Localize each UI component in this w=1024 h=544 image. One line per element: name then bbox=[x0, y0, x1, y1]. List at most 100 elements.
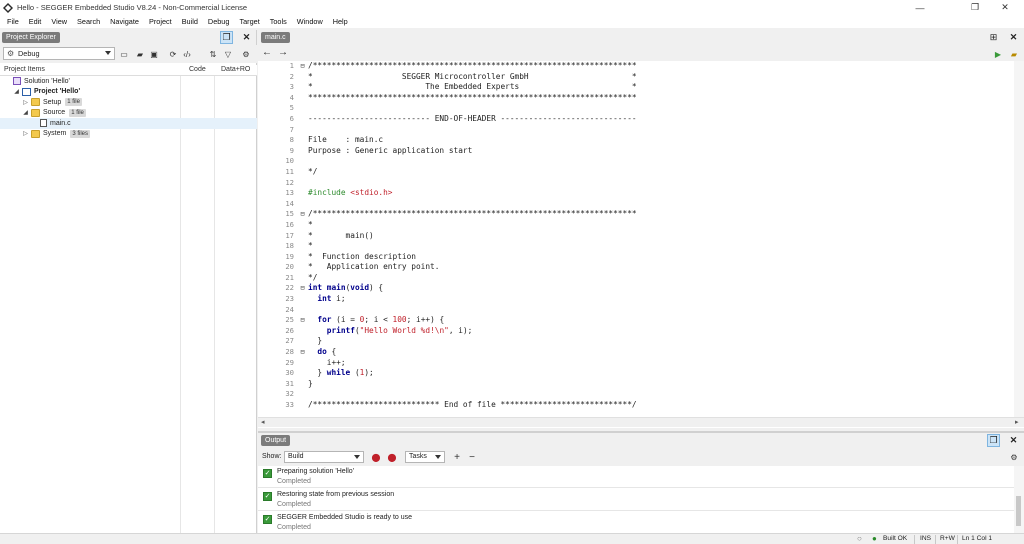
code-line[interactable]: 6 -------------------------- END-OF-HEADE… bbox=[258, 114, 1024, 125]
fold-toggle-icon[interactable]: ⊟ bbox=[299, 347, 306, 358]
menu-build[interactable]: Build bbox=[177, 17, 203, 26]
tree-item[interactable]: ▷ System 3 files bbox=[0, 129, 257, 140]
code-line[interactable]: 17 * main() bbox=[258, 231, 1024, 242]
code-line[interactable]: 33 /*************************** End of fi… bbox=[258, 400, 1024, 411]
configuration-select[interactable]: ⚙ Debug bbox=[3, 47, 115, 60]
output-vertical-scrollbar[interactable] bbox=[1014, 466, 1024, 535]
menu-search[interactable]: Search bbox=[72, 17, 105, 26]
menu-tools[interactable]: Tools bbox=[265, 17, 292, 26]
menu-window[interactable]: Window bbox=[292, 17, 328, 26]
code-line[interactable]: 7 bbox=[258, 125, 1024, 136]
expander-icon[interactable]: ◢ bbox=[22, 109, 29, 116]
code-line[interactable]: 32 bbox=[258, 389, 1024, 400]
code-line[interactable]: 4 ***************************************… bbox=[258, 93, 1024, 104]
code-line[interactable]: 9 Purpose : Generic application start bbox=[258, 146, 1024, 157]
output-message[interactable]: ✓ Preparing solution 'Hello' Completed bbox=[258, 466, 1014, 488]
minimize-button[interactable]: — bbox=[905, 0, 935, 15]
output-message[interactable]: ✓ Restoring state from previous session Co… bbox=[258, 489, 1014, 511]
code-line[interactable]: 30 } while (1); bbox=[258, 368, 1024, 379]
prev-error-icon[interactable]: ⬤ bbox=[370, 451, 382, 463]
dock-window-icon[interactable]: ❐ bbox=[220, 31, 233, 44]
code-line[interactable]: 2 * SEGGER Microcontroller GmbH * bbox=[258, 72, 1024, 83]
cursor-position[interactable]: Ln 1 Col 1 bbox=[962, 535, 992, 542]
code-area[interactable]: 1 ⊟/*************************************… bbox=[258, 61, 1024, 415]
code-line[interactable]: 27 } bbox=[258, 336, 1024, 347]
code-line[interactable]: 1 ⊟/*************************************… bbox=[258, 61, 1024, 72]
code-line[interactable]: 5 bbox=[258, 103, 1024, 114]
menu-view[interactable]: View bbox=[46, 17, 72, 26]
fold-toggle-icon[interactable]: ⊟ bbox=[299, 209, 306, 220]
new-file-icon[interactable]: ▭ bbox=[118, 48, 130, 60]
tasks-select[interactable]: Tasks bbox=[405, 451, 445, 463]
code-line[interactable]: 10 bbox=[258, 156, 1024, 167]
remove-icon[interactable]: − bbox=[466, 451, 478, 463]
tree-item[interactable]: ◢ Project 'Hello' bbox=[0, 87, 257, 98]
add-icon[interactable]: + bbox=[451, 451, 463, 463]
code-line[interactable]: 20 * Application entry point. bbox=[258, 262, 1024, 273]
code-line[interactable]: 11 */ bbox=[258, 167, 1024, 178]
code-line[interactable]: 29 i++; bbox=[258, 358, 1024, 369]
code-line[interactable]: 13 #include <stdio.h> bbox=[258, 188, 1024, 199]
tree-item[interactable]: ◢ Source 1 file bbox=[0, 108, 257, 119]
tree-item[interactable]: main.c bbox=[0, 118, 257, 129]
code-view-icon[interactable]: ‹/› bbox=[181, 48, 193, 60]
tab-main-c[interactable]: main.c bbox=[261, 32, 290, 43]
expander-icon[interactable]: ◢ bbox=[13, 88, 20, 95]
menu-help[interactable]: Help bbox=[328, 17, 353, 26]
fold-toggle-icon[interactable]: ⊟ bbox=[299, 283, 306, 294]
scroll-thumb[interactable] bbox=[1016, 496, 1021, 526]
next-error-icon[interactable]: ⬤ bbox=[386, 451, 398, 463]
close-editor-icon[interactable]: ✕ bbox=[1007, 31, 1020, 44]
code-line[interactable]: 8 File : main.c bbox=[258, 135, 1024, 146]
maximize-button[interactable]: ❐ bbox=[960, 0, 990, 15]
code-line[interactable]: 12 bbox=[258, 178, 1024, 189]
code-line[interactable]: 18 * bbox=[258, 241, 1024, 252]
back-arrow-icon[interactable]: ← bbox=[262, 47, 272, 58]
code-line[interactable]: 31} bbox=[258, 379, 1024, 390]
code-line[interactable]: 16 * bbox=[258, 220, 1024, 231]
insert-mode[interactable]: INS bbox=[920, 535, 931, 542]
code-line[interactable]: 23 int i; bbox=[258, 294, 1024, 305]
column-project-items[interactable]: Project Items bbox=[4, 66, 45, 73]
menu-navigate[interactable]: Navigate bbox=[105, 17, 144, 26]
code-line[interactable]: 19 * Function description bbox=[258, 252, 1024, 263]
output-settings-gear-icon[interactable]: ⚙ bbox=[1008, 451, 1020, 463]
close-output-icon[interactable]: ✕ bbox=[1007, 434, 1020, 447]
filter-icon[interactable]: ▽ bbox=[222, 48, 234, 60]
open-folder-icon[interactable]: ▰ bbox=[134, 48, 146, 60]
code-line[interactable]: 25 ⊟ for (i = 0; i < 100; i++) { bbox=[258, 315, 1024, 326]
expander-icon[interactable]: ▷ bbox=[22, 99, 29, 106]
close-panel-icon[interactable]: ✕ bbox=[240, 31, 253, 44]
code-line[interactable]: 24 bbox=[258, 305, 1024, 316]
build-status[interactable]: Built OK bbox=[883, 535, 907, 542]
access-mode[interactable]: R+W bbox=[940, 535, 955, 542]
forward-arrow-icon[interactable]: → bbox=[278, 47, 288, 58]
scroll-left-icon[interactable]: ◂ bbox=[261, 418, 265, 426]
menu-file[interactable]: File bbox=[2, 17, 24, 26]
code-line[interactable]: 28 ⊟ do { bbox=[258, 347, 1024, 358]
code-line[interactable]: 3 * The Embedded Experts * bbox=[258, 82, 1024, 93]
menu-target[interactable]: Target bbox=[234, 17, 264, 26]
code-line[interactable]: 26 printf("Hello World %d!\n", i); bbox=[258, 326, 1024, 337]
editor-vertical-scrollbar[interactable] bbox=[1014, 61, 1024, 417]
split-view-icon[interactable]: ⊞ bbox=[987, 31, 1000, 44]
fold-toggle-icon[interactable]: ⊟ bbox=[299, 61, 306, 72]
menu-edit[interactable]: Edit bbox=[24, 17, 47, 26]
code-line[interactable]: 21 */ bbox=[258, 273, 1024, 284]
code-line[interactable]: 22 ⊟ int main(void) { bbox=[258, 283, 1024, 294]
tab-output[interactable]: Output bbox=[261, 435, 291, 446]
fold-toggle-icon[interactable]: ⊟ bbox=[299, 315, 306, 326]
tree-item[interactable]: ▷ Setup 1 file bbox=[0, 97, 257, 108]
dock-output-icon[interactable]: ❐ bbox=[987, 434, 1000, 447]
tree-item[interactable]: Solution 'Hello' bbox=[0, 76, 257, 87]
save-icon[interactable]: ▣ bbox=[148, 48, 160, 60]
code-line[interactable]: 14 bbox=[258, 199, 1024, 210]
code-line[interactable]: 15 ⊟/************************************… bbox=[258, 209, 1024, 220]
scroll-right-icon[interactable]: ▸ bbox=[1015, 418, 1019, 426]
output-source-select[interactable]: Build bbox=[284, 451, 364, 463]
debug-start-icon[interactable]: ▰ bbox=[1008, 48, 1020, 60]
close-window-button[interactable]: ✕ bbox=[990, 0, 1020, 15]
expander-icon[interactable]: ▷ bbox=[22, 130, 29, 137]
menu-project[interactable]: Project bbox=[144, 17, 177, 26]
sync-icon[interactable]: ⟳ bbox=[167, 48, 179, 60]
